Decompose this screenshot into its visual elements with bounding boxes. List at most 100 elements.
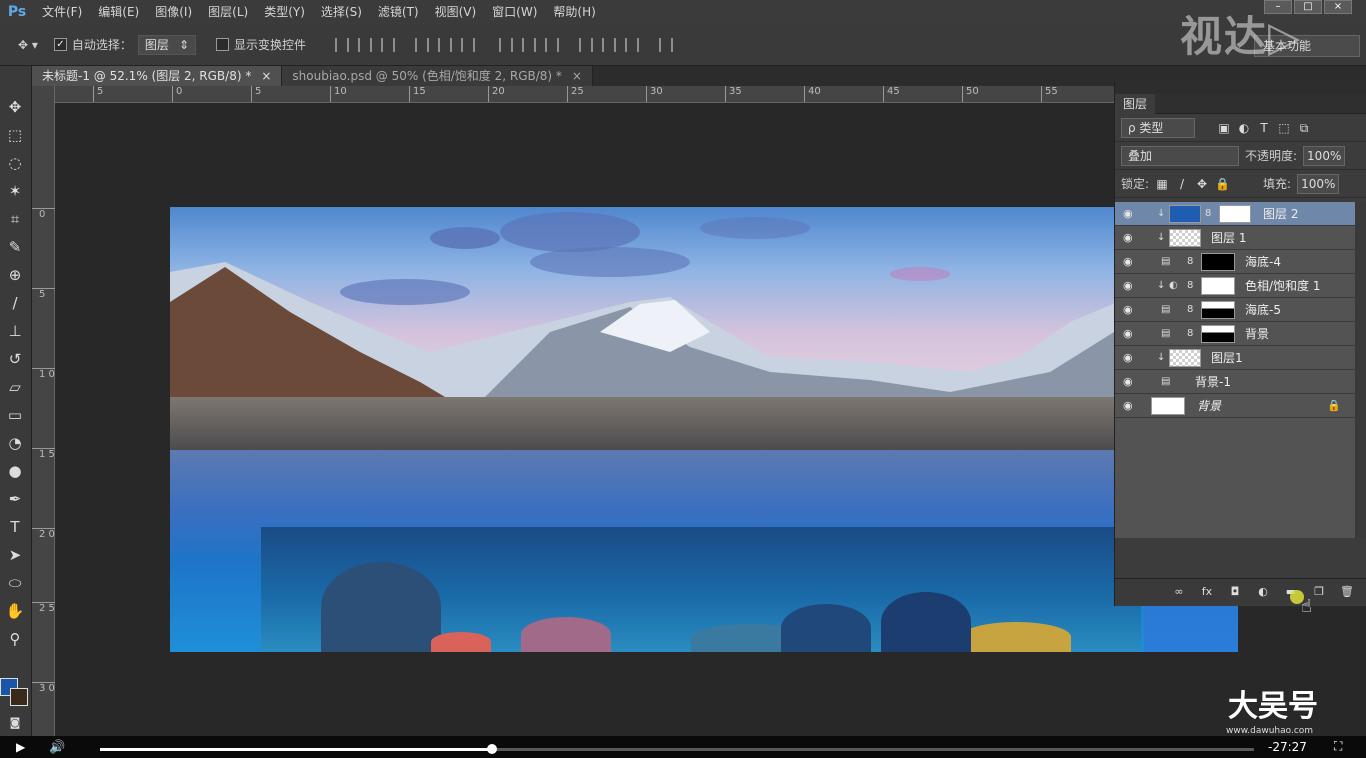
- layer-filter-dropdown[interactable]: ρ 类型: [1121, 117, 1195, 138]
- magic-wand-tool-icon[interactable]: ✶: [4, 180, 26, 202]
- type-tool-icon[interactable]: T: [4, 516, 26, 538]
- dodge-tool-icon[interactable]: ●: [4, 460, 26, 482]
- shape-filter-icon[interactable]: ⬚: [1277, 121, 1291, 135]
- seek-bar[interactable]: [100, 744, 1254, 754]
- move-tool-icon[interactable]: ✥: [4, 96, 26, 118]
- delete-layer-trash-icon[interactable]: 🗑: [1339, 585, 1355, 599]
- auto-align-icon[interactable]: [659, 37, 674, 52]
- lock-position-icon[interactable]: ✥: [1195, 177, 1209, 191]
- auto-select-toggle[interactable]: ✓ 自动选择：: [53, 36, 132, 53]
- transform-controls-checkbox[interactable]: [216, 38, 229, 51]
- lock-all-icon[interactable]: 🔒: [1215, 177, 1230, 191]
- crop-tool-icon[interactable]: ⌗: [4, 208, 26, 230]
- close-tab-icon[interactable]: ×: [261, 66, 271, 86]
- align-vcenter-icon[interactable]: [358, 37, 373, 52]
- lock-transparency-icon[interactable]: ▦: [1155, 177, 1169, 191]
- smart-object-filter-icon[interactable]: ⧉: [1297, 121, 1311, 135]
- distribute-hcenter-icon[interactable]: [602, 37, 617, 52]
- menu-type[interactable]: 类型(Y): [256, 0, 313, 24]
- menu-edit[interactable]: 编辑(E): [90, 0, 147, 24]
- visibility-eye-icon[interactable]: ◉: [1123, 255, 1137, 269]
- fullscreen-icon[interactable]: ⛶: [1334, 739, 1342, 754]
- visibility-eye-icon[interactable]: ◉: [1123, 231, 1137, 245]
- seek-handle[interactable]: [487, 744, 498, 754]
- close-window-button[interactable]: ×: [1324, 0, 1352, 14]
- distribute-left-icon[interactable]: [579, 37, 594, 52]
- layer-row[interactable]: ◉ ▤ 8 海底-5: [1115, 298, 1355, 322]
- layer-row[interactable]: ◉ ▤ 8 海底-4: [1115, 250, 1355, 274]
- auto-select-target-dropdown[interactable]: 图层 ⇕: [137, 34, 196, 55]
- menu-filter[interactable]: 滤镜(T): [370, 0, 427, 24]
- new-adjustment-icon[interactable]: ◐: [1255, 585, 1271, 599]
- visibility-eye-icon[interactable]: ◉: [1123, 375, 1137, 389]
- visibility-eye-icon[interactable]: ◉: [1123, 399, 1137, 413]
- layer-row[interactable]: ◉ ↓ 图层1: [1115, 346, 1355, 370]
- auto-select-checkbox[interactable]: ✓: [53, 38, 67, 51]
- menu-layer[interactable]: 图层(L): [200, 0, 256, 24]
- distribute-bottom-icon[interactable]: [545, 37, 560, 52]
- new-layer-icon[interactable]: ❐: [1311, 585, 1327, 599]
- menu-help[interactable]: 帮助(H): [545, 0, 603, 24]
- menu-file[interactable]: 文件(F): [34, 0, 90, 24]
- brush-tool-icon[interactable]: /: [4, 292, 26, 314]
- lasso-tool-icon[interactable]: ◌: [4, 152, 26, 174]
- volume-icon[interactable]: 🔊: [49, 740, 65, 755]
- tab-shoubiao[interactable]: shoubiao.psd @ 50% (色相/饱和度 2, RGB/8) * ×: [282, 66, 593, 86]
- clone-stamp-tool-icon[interactable]: ⊥: [4, 320, 26, 342]
- layer-row[interactable]: ◉ 背景 🔒: [1115, 394, 1355, 418]
- background-color-swatch[interactable]: [10, 688, 28, 706]
- healing-brush-tool-icon[interactable]: ⊕: [4, 264, 26, 286]
- layer-row[interactable]: ◉ ▤ 8 背景: [1115, 322, 1355, 346]
- transform-controls-toggle[interactable]: 显示变换控件: [216, 36, 306, 53]
- visibility-eye-icon[interactable]: ◉: [1123, 327, 1137, 341]
- layer-style-fx-icon[interactable]: fx: [1199, 585, 1215, 599]
- lock-pixels-icon[interactable]: /: [1175, 177, 1189, 191]
- visibility-eye-icon[interactable]: ◉: [1123, 351, 1137, 365]
- tab-layers[interactable]: 图层: [1115, 93, 1156, 114]
- history-brush-tool-icon[interactable]: ↺: [4, 348, 26, 370]
- zoom-tool-icon[interactable]: ⚲: [4, 628, 26, 650]
- fill-input[interactable]: 100%: [1297, 173, 1340, 194]
- image-filter-icon[interactable]: ▣: [1217, 121, 1231, 135]
- blur-tool-icon[interactable]: ◔: [4, 432, 26, 454]
- adjustment-filter-icon[interactable]: ◐: [1237, 121, 1251, 135]
- type-filter-icon[interactable]: T: [1257, 121, 1271, 135]
- layer-row[interactable]: ◉ ↓ 图层 1: [1115, 226, 1355, 250]
- marquee-tool-icon[interactable]: ⬚: [4, 124, 26, 146]
- close-tab-icon[interactable]: ×: [572, 66, 582, 86]
- layer-row[interactable]: ◉ ↓ ◐ 8 色相/饱和度 1: [1115, 274, 1355, 298]
- visibility-eye-icon[interactable]: ◉: [1123, 207, 1137, 221]
- align-right-icon[interactable]: [461, 37, 476, 52]
- align-left-icon[interactable]: [415, 37, 430, 52]
- play-icon[interactable]: ▶: [16, 740, 25, 754]
- shape-tool-icon[interactable]: ⬭: [4, 572, 26, 594]
- distribute-top-icon[interactable]: [499, 37, 514, 52]
- menu-window[interactable]: 窗口(W): [484, 0, 545, 24]
- distribute-right-icon[interactable]: [625, 37, 640, 52]
- quick-mask-icon[interactable]: ◙: [4, 712, 26, 734]
- visibility-eye-icon[interactable]: ◉: [1123, 279, 1137, 293]
- layer-row[interactable]: ◉ ↓ 8 图层 2: [1115, 202, 1355, 226]
- align-hcenter-icon[interactable]: [438, 37, 453, 52]
- layers-scrollbar[interactable]: [1355, 202, 1366, 538]
- visibility-eye-icon[interactable]: ◉: [1123, 303, 1137, 317]
- move-tool-preset[interactable]: ✥ ▾: [18, 38, 38, 52]
- add-mask-icon[interactable]: ◘: [1227, 585, 1243, 599]
- pen-tool-icon[interactable]: ✒: [4, 488, 26, 510]
- eraser-tool-icon[interactable]: ▱: [4, 376, 26, 398]
- eyedropper-tool-icon[interactable]: ✎: [4, 236, 26, 258]
- align-bottom-icon[interactable]: [381, 37, 396, 52]
- gradient-tool-icon[interactable]: ▭: [4, 404, 26, 426]
- path-select-tool-icon[interactable]: ➤: [4, 544, 26, 566]
- tab-untitled-1[interactable]: 未标题-1 @ 52.1% (图层 2, RGB/8) * ×: [32, 66, 283, 86]
- document-canvas[interactable]: [170, 207, 1238, 652]
- link-layers-icon[interactable]: ∞: [1171, 585, 1187, 599]
- menu-select[interactable]: 选择(S): [313, 0, 370, 24]
- menu-view[interactable]: 视图(V): [427, 0, 485, 24]
- distribute-vcenter-icon[interactable]: [522, 37, 537, 52]
- opacity-input[interactable]: 100%: [1303, 145, 1346, 166]
- layer-row[interactable]: ◉ ▤ 背景-1: [1115, 370, 1355, 394]
- menu-image[interactable]: 图像(I): [147, 0, 200, 24]
- align-top-icon[interactable]: [335, 37, 350, 52]
- blend-mode-dropdown[interactable]: 叠加: [1121, 145, 1239, 166]
